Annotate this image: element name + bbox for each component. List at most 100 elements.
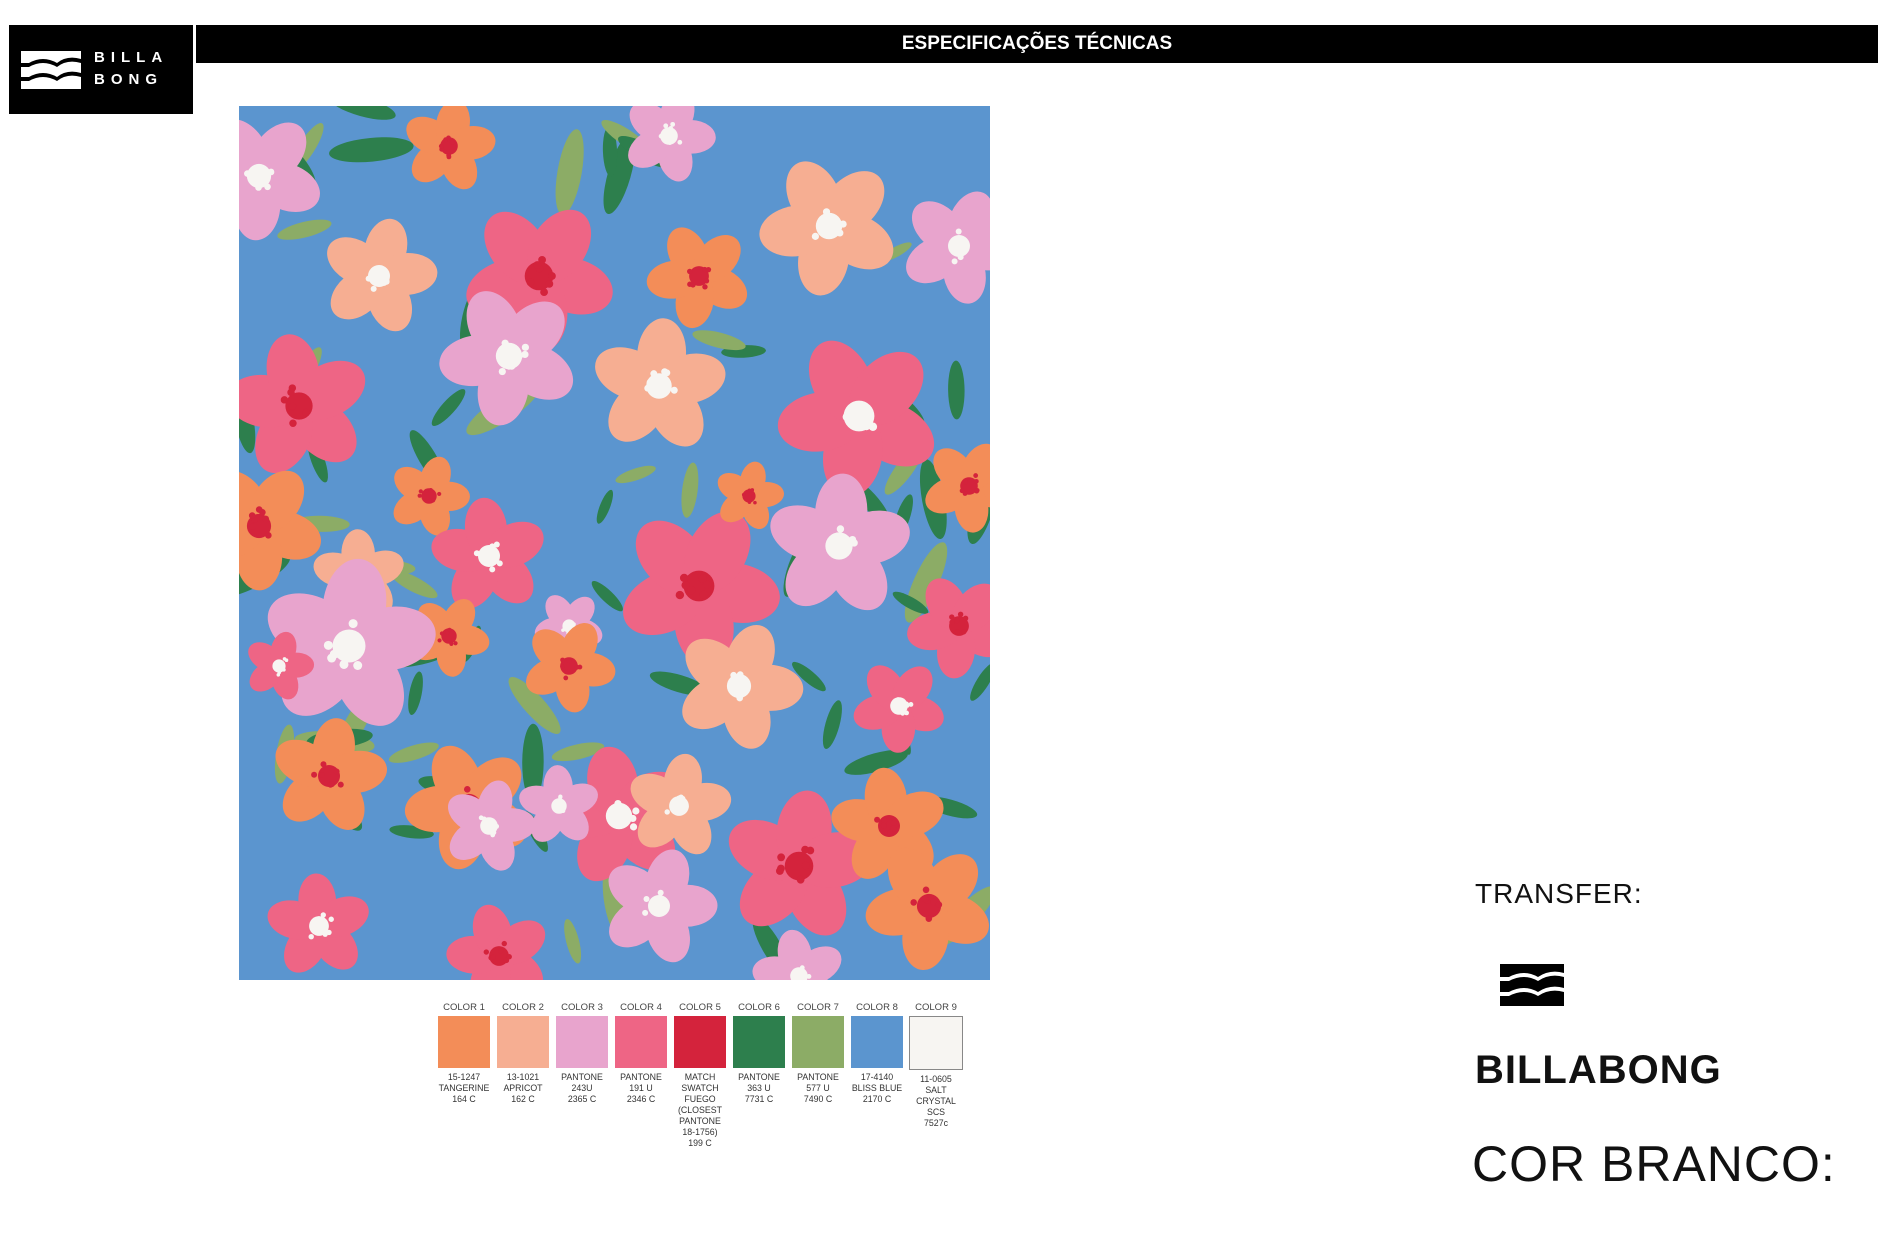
flower-dot [894,699,900,705]
swatch-chip [792,1016,844,1068]
leaf-shape [948,360,965,420]
flower-dot [736,671,744,678]
flower-dot [687,268,693,275]
flower-dot [478,815,484,821]
leaf-shape [555,129,584,215]
flower-dot [508,362,516,370]
flower-dot [490,954,496,961]
flower-dot [806,974,812,979]
flower-dot [730,671,737,679]
flower-dot [679,573,689,583]
flower-dot [449,641,454,647]
swatch-chip [851,1016,903,1068]
flower-dot [904,710,909,716]
flower-dot [439,631,445,636]
flower-dot [446,135,451,141]
flower-dot [370,285,377,292]
flower-dot [267,168,275,176]
flower-dot [446,153,452,158]
flower-dot [741,492,746,497]
flower-dot [743,684,751,691]
page-title: ESPECIFICAÇÕES TÉCNICAS [196,25,1878,63]
flower-dot [753,500,757,505]
flower-dot [318,771,325,778]
flower-dot [954,617,960,624]
flower-dot [437,638,442,643]
flower-dot [489,566,496,573]
swatch-label: COLOR 2 [502,1002,544,1013]
swatch-description: PANTONE 191 U 2346 C [620,1072,662,1104]
flower-dot [921,895,929,903]
flower-dot [629,823,638,831]
color-swatch: COLOR 9 11-0605 SALT CRYSTAL SCS 7527c [908,1000,964,1129]
flower-dot [265,532,272,539]
flower-dot [664,809,670,815]
flower-dot [609,815,617,823]
swatch-chip [733,1016,785,1068]
flower-dot [675,590,685,600]
flower-dot [491,821,496,827]
flower-dot [540,288,548,297]
flower-dot [333,768,340,775]
color-swatch: COLOR 8 17-4140 BLISS BLUE 2170 C [849,1000,905,1105]
flower-dot [521,350,529,359]
flower-dot [667,140,673,145]
flower-dot [681,580,690,590]
swatch-description: PANTONE 577 U 7490 C [797,1072,839,1104]
billabong-logo: BILLA BONG [9,25,193,114]
flower-dot [327,653,337,663]
flower-dot [822,208,831,216]
flower-dot [473,550,480,557]
flower-dot [632,807,640,815]
flower-dot [663,369,671,377]
logo-wordmark: BILLA BONG [94,49,169,88]
flower-dot [311,771,318,778]
swatch-chip [615,1016,667,1068]
flower-dot [490,557,497,564]
flower-dot [868,422,878,431]
flower-dot [750,488,755,492]
flower-dot [322,931,328,937]
flower-dot [676,795,682,801]
leaf-shape [329,137,414,163]
flower-dot [836,229,844,237]
color-swatch: COLOR 2 13-1021 APRICOT 162 C [495,1000,551,1105]
flower-dot [656,896,663,903]
flower-dot [949,614,955,620]
flower-dot [801,971,807,977]
flower-dot [961,629,967,635]
flower-dot [621,819,629,827]
swatch-label: COLOR 5 [679,1002,721,1013]
flower-dot [249,523,257,530]
flower-dot [451,637,456,643]
flower-dot [729,688,737,696]
flower-dot [670,386,678,394]
flower-dot [308,933,314,940]
flower-dot [657,889,664,896]
flower-dot [703,278,710,284]
flower-dot [506,954,512,960]
swatch-label: COLOR 6 [738,1002,780,1013]
flower-dot [677,139,683,145]
flower-dot [751,494,755,499]
flower-dot [747,500,752,504]
color-swatch: COLOR 5 MATCH SWATCH FUEGO (CLOSEST PANTO… [672,1000,728,1149]
flower-dot [264,183,271,191]
flower-dot [252,178,260,185]
leaf-shape [431,389,466,427]
swatch-chip [909,1016,963,1070]
flower-dot [955,228,962,235]
flower-dot [255,184,262,191]
swatch-description: PANTONE 363 U 7731 C [738,1072,780,1104]
swatch-description: 13-1021 APRICOT 162 C [503,1072,543,1104]
color-white-label: COR BRANCO: [1472,1136,1836,1192]
color-swatch: COLOR 3 PANTONE 243U 2365 C [554,1000,610,1105]
flower-dot [337,781,344,788]
flower-dot [289,419,297,427]
leaf-shape [329,106,396,120]
flower-dot [248,512,256,519]
flower-dot [276,672,281,677]
flower-dot [438,143,444,149]
flower-dot [449,139,455,145]
flower-dot [874,816,881,823]
